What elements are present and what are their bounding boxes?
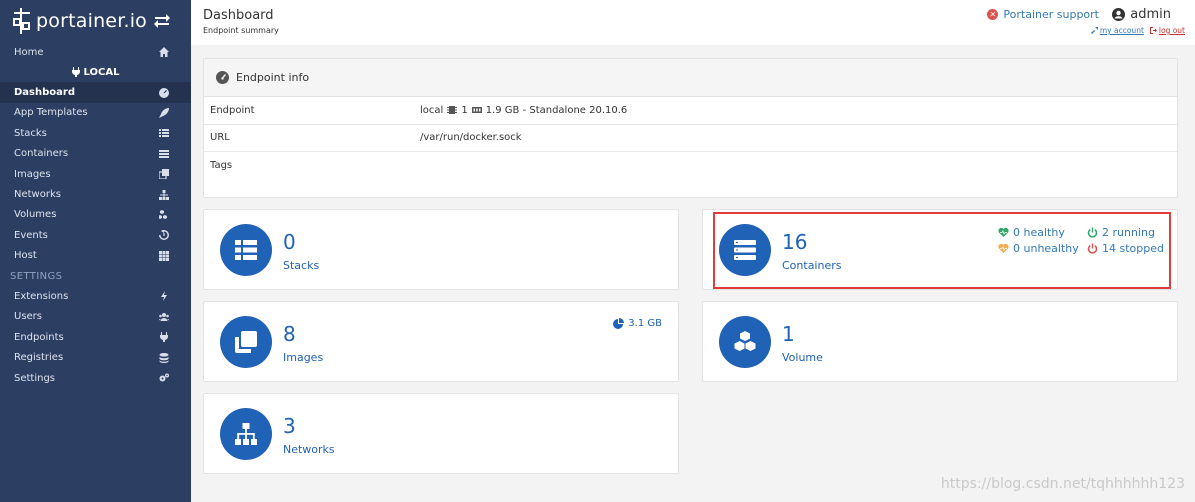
sitemap-icon: [235, 423, 257, 445]
history-icon: [159, 230, 169, 241]
volumes-widget[interactable]: 1 Volume: [702, 301, 1178, 382]
dashboard-icon: [159, 87, 169, 98]
images-size: 3.1 GB: [613, 318, 662, 329]
cubes-icon: [734, 331, 756, 351]
sidebar: portainer.io Home LOCAL Dashboard App Te…: [0, 0, 191, 502]
volumes-count: 1: [782, 322, 795, 346]
networks-circle: [220, 408, 272, 460]
sidebar-item-networks[interactable]: Networks: [0, 184, 191, 204]
url-row: URL /var/run/docker.sock: [204, 125, 1177, 152]
sidebar-item-containers[interactable]: Containers: [0, 144, 191, 164]
running-stat: 2 running: [1087, 226, 1155, 239]
images-circle: [220, 316, 272, 368]
watermark: https://blog.csdn.net/tqhhhhhh123: [940, 476, 1185, 492]
heartbeat-icon: [998, 243, 1009, 253]
containers-count: 16: [782, 230, 808, 254]
sidebar-section-settings: SETTINGS: [10, 270, 63, 282]
sidebar-item-app-templates[interactable]: App Templates: [0, 103, 191, 123]
server-icon: [159, 149, 169, 159]
bolt-icon: [159, 291, 169, 302]
tags-row: Tags: [210, 160, 233, 172]
power-off-icon: [1087, 227, 1098, 238]
containers-circle: [719, 224, 771, 276]
support-link[interactable]: ✕ Portainer support: [987, 8, 1099, 21]
endpoint-value: local 1 1.9 GB - Standalone 20.10.6: [420, 104, 628, 116]
pie-chart-icon: [613, 318, 625, 329]
tachometer-icon: [216, 71, 229, 84]
plug-icon: [71, 67, 80, 78]
networks-count: 3: [283, 414, 296, 438]
brand[interactable]: portainer.io: [0, 0, 191, 42]
clone-icon: [235, 331, 257, 353]
power-off-icon: [1087, 243, 1098, 254]
memory-icon: [471, 107, 482, 114]
database-icon: [159, 352, 169, 363]
healthy-stat: 0 healthy: [998, 226, 1065, 239]
containers-widget[interactable]: 16 Containers 0 healthy 0 unhealthy 2 ru…: [702, 209, 1178, 290]
cogs-icon: [159, 373, 169, 383]
images-count: 8: [283, 322, 296, 346]
sidebar-item-stacks[interactable]: Stacks: [0, 123, 191, 143]
sign-out-icon: [1149, 27, 1157, 34]
page-title: Dashboard: [203, 8, 274, 23]
server-icon: [734, 240, 756, 260]
stopped-stat: 14 stopped: [1087, 242, 1164, 255]
endpoint-info-panel: Endpoint info Endpoint local 1 1.9 GB - …: [203, 58, 1178, 198]
volumes-label: Volume: [782, 351, 823, 364]
endpoint-name: LOCAL: [0, 62, 191, 82]
microchip-icon: [447, 106, 458, 115]
my-account-link[interactable]: my account: [1090, 26, 1144, 35]
sidebar-item-images[interactable]: Images: [0, 164, 191, 184]
home-icon: [159, 47, 169, 58]
networks-label: Networks: [283, 443, 335, 456]
stacks-circle: [220, 224, 272, 276]
users-icon: [159, 312, 169, 322]
sidebar-item-settings[interactable]: Settings: [0, 368, 191, 388]
sidebar-item-volumes[interactable]: Volumes: [0, 205, 191, 225]
portainer-logo-icon: [12, 8, 32, 34]
stacks-label: Stacks: [283, 259, 320, 272]
stacks-count: 0: [283, 230, 296, 254]
sidebar-item-registries[interactable]: Registries: [0, 347, 191, 367]
th-list-icon: [235, 240, 257, 260]
images-widget[interactable]: 8 Images 3.1 GB: [203, 301, 679, 382]
close-circle-icon: ✕: [987, 9, 999, 20]
sidebar-item-extensions[interactable]: Extensions: [0, 286, 191, 306]
sidebar-item-endpoints[interactable]: Endpoints: [0, 327, 191, 347]
stacks-widget[interactable]: 0 Stacks: [203, 209, 679, 290]
endpoint-info-header: Endpoint info: [204, 59, 1177, 97]
sidebar-item-host[interactable]: Host: [0, 246, 191, 266]
page-header: Dashboard Endpoint summary ✕ Portainer s…: [191, 0, 1195, 45]
sidebar-item-events[interactable]: Events: [0, 225, 191, 245]
plug-icon: [159, 332, 169, 343]
sitemap-icon: [159, 189, 169, 200]
heartbeat-icon: [998, 227, 1009, 237]
images-label: Images: [283, 351, 324, 364]
user-menu: admin: [1112, 7, 1171, 22]
log-out-link[interactable]: log out: [1149, 26, 1185, 35]
containers-label: Containers: [782, 259, 842, 272]
volumes-circle: [719, 316, 771, 368]
page-subtitle: Endpoint summary: [203, 26, 279, 35]
th-icon: [159, 250, 169, 261]
user-circle-icon: [1112, 8, 1126, 21]
toggle-sidebar-icon[interactable]: [153, 12, 171, 30]
wrench-icon: [1090, 27, 1098, 34]
username: admin: [1130, 7, 1171, 22]
endpoint-row: Endpoint local 1 1.9 GB - Standalone 20.…: [204, 97, 1177, 125]
networks-widget[interactable]: 3 Networks: [203, 393, 679, 474]
clone-icon: [159, 169, 169, 180]
list-icon: [159, 128, 169, 138]
rocket-icon: [159, 107, 169, 118]
brand-name: portainer.io: [36, 10, 148, 32]
sidebar-item-dashboard[interactable]: Dashboard: [0, 82, 191, 103]
sidebar-item-home[interactable]: Home: [0, 42, 191, 62]
unhealthy-stat: 0 unhealthy: [998, 242, 1079, 255]
sidebar-item-users[interactable]: Users: [0, 307, 191, 327]
account-links: my account log out: [1090, 26, 1185, 35]
cubes-icon: [159, 209, 169, 220]
